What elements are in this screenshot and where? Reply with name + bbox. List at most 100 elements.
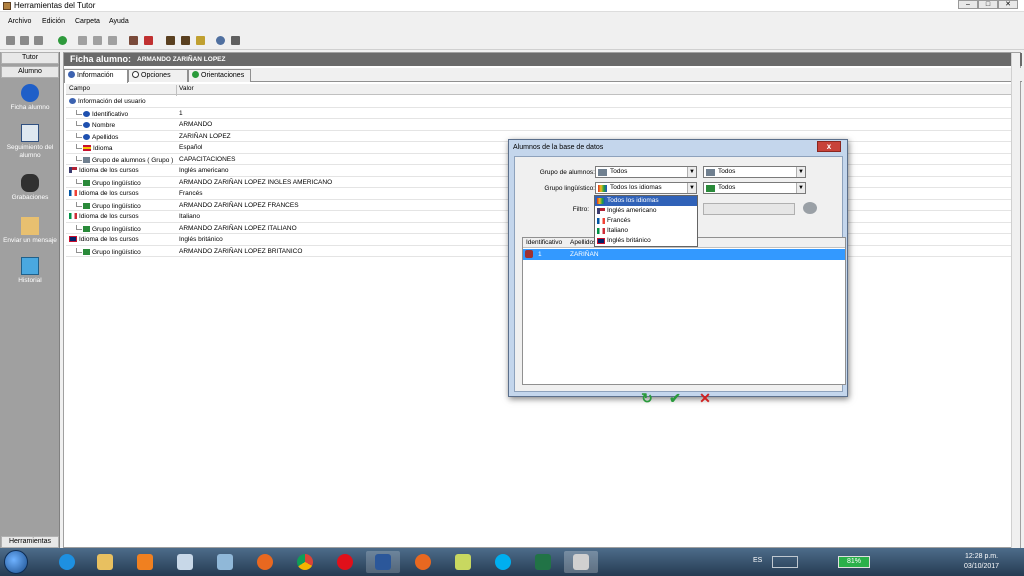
- table-row[interactable]: Información del usuario: [66, 96, 1020, 108]
- remove-user-icon[interactable]: [144, 36, 153, 45]
- taskbar-firefox[interactable]: [248, 551, 282, 573]
- taskbar-word[interactable]: [366, 551, 400, 573]
- start-button[interactable]: [4, 550, 28, 574]
- dropdown-option-ingles-americano[interactable]: Inglés americano: [595, 206, 697, 216]
- chevron-down-icon[interactable]: ▼: [687, 167, 696, 177]
- tree-line: [76, 201, 82, 207]
- dropdown-option-ingles-britanico[interactable]: Inglés británico: [595, 236, 697, 246]
- cell-campo: Grupo lingüístico: [92, 225, 141, 233]
- chevron-down-icon[interactable]: ▼: [796, 183, 805, 193]
- table-row[interactable]: 1 ZARIÑAN: [523, 249, 845, 260]
- menu-archivo[interactable]: Archivo: [8, 18, 31, 25]
- refresh-button[interactable]: ↻: [639, 390, 655, 406]
- vertical-scrollbar[interactable]: [1011, 53, 1020, 549]
- cell-valor: Inglés americano: [179, 167, 229, 174]
- grupo-alumnos-label: Grupo de alumnos:: [539, 169, 595, 176]
- print-icon[interactable]: [20, 36, 29, 45]
- table-row[interactable]: Identificativo 1: [66, 108, 1020, 119]
- tab-orientaciones[interactable]: Orientaciones: [188, 69, 251, 82]
- tree-line: [76, 247, 82, 253]
- italy-flag-icon: [597, 228, 605, 234]
- nav-header-tutor[interactable]: Tutor: [1, 52, 59, 64]
- cell-valor: ZARIÑAN LOPEZ: [179, 132, 231, 140]
- taskbar-explorer[interactable]: [88, 551, 122, 573]
- column-valor[interactable]: Valor: [179, 85, 194, 92]
- tab-informacion[interactable]: Información: [64, 69, 128, 83]
- column-apellidos[interactable]: Apellidos: [570, 239, 596, 246]
- taskbar-excel[interactable]: [526, 551, 560, 573]
- book2-icon[interactable]: [181, 36, 190, 45]
- tree-line: [76, 155, 82, 161]
- dialog-close-button[interactable]: x: [817, 141, 841, 152]
- accept-button[interactable]: ✔: [667, 390, 683, 406]
- nav-item-enviar-mensaje[interactable]: Enviar un mensaje: [0, 217, 60, 245]
- table-row[interactable]: Nombre ARMANDO: [66, 119, 1020, 131]
- network-bars-icon[interactable]: [772, 556, 798, 568]
- firefox-icon: [257, 554, 273, 570]
- notepad-icon: [177, 554, 193, 570]
- grupo-linguistico-dropdown: Todos los idiomas Inglés americano Franc…: [594, 195, 698, 247]
- language-indicator[interactable]: ES: [753, 557, 762, 564]
- back-icon[interactable]: [6, 36, 15, 45]
- filtro-input[interactable]: [703, 203, 795, 215]
- close-button[interactable]: ✕: [998, 0, 1018, 9]
- cell-campo: Identificativo: [92, 110, 129, 118]
- book-icon[interactable]: [166, 36, 175, 45]
- grupo-linguistico-select[interactable]: Todos los idiomas ▼: [595, 182, 697, 194]
- cell-campo: Grupo lingüístico: [92, 179, 141, 187]
- taskbar-firefox-2[interactable]: [406, 551, 440, 573]
- grupo-linguistico-select-2[interactable]: Todos ▼: [703, 182, 806, 194]
- minimize-button[interactable]: –: [958, 0, 978, 9]
- cell-valor: Español: [179, 144, 203, 151]
- nav-item-seguimiento[interactable]: Seguimiento del alumno: [0, 124, 60, 160]
- cell-campo: Idioma de los cursos: [79, 167, 139, 174]
- refresh-icon[interactable]: [58, 36, 67, 45]
- menu-carpeta[interactable]: Carpeta: [75, 18, 100, 25]
- nav-item-ficha-alumno[interactable]: Ficha alumno: [0, 84, 60, 112]
- column-identificativo[interactable]: Identificativo: [526, 239, 562, 246]
- taskbar-media[interactable]: [128, 551, 162, 573]
- taskbar-tutor[interactable]: [564, 551, 598, 573]
- taskbar-folder[interactable]: [446, 551, 480, 573]
- taskbar-chrome[interactable]: [288, 551, 322, 573]
- chevron-down-icon[interactable]: ▼: [687, 183, 696, 193]
- cancel-button[interactable]: ✕: [697, 390, 713, 406]
- dropdown-option-italiano[interactable]: Italiano: [595, 226, 697, 236]
- clock-time[interactable]: 12:28 p.m.: [965, 553, 998, 560]
- dropdown-option-frances[interactable]: Francés: [595, 216, 697, 226]
- grupo-alumnos-select-2[interactable]: Todos ▼: [703, 166, 806, 178]
- save-icon[interactable]: [34, 36, 43, 45]
- list-icon: [21, 124, 39, 142]
- taskbar-opera[interactable]: [328, 551, 362, 573]
- chevron-down-icon[interactable]: ▼: [796, 167, 805, 177]
- taskbar-notepad[interactable]: [168, 551, 202, 573]
- nav-item-grabaciones[interactable]: Grabaciones: [0, 174, 60, 202]
- student-icon: [525, 250, 533, 258]
- grupo-alumnos-select[interactable]: Todos ▼: [595, 166, 697, 178]
- cell-apellidos: ZARIÑAN: [570, 251, 599, 258]
- tab-opciones[interactable]: Opciones: [128, 69, 188, 82]
- maximize-button[interactable]: □: [978, 0, 998, 9]
- cut-icon[interactable]: [78, 36, 87, 45]
- column-campo[interactable]: Campo: [69, 85, 90, 92]
- nav-item-historial[interactable]: Historial: [0, 257, 60, 285]
- help-icon[interactable]: [216, 36, 225, 45]
- taskbar-skype[interactable]: [486, 551, 520, 573]
- users-icon[interactable]: [129, 36, 138, 45]
- paste-icon[interactable]: [108, 36, 117, 45]
- nav-footer-herramientas[interactable]: Herramientas: [1, 536, 59, 548]
- nav-item-label: Historial: [18, 277, 42, 284]
- taskbar-app[interactable]: [208, 551, 242, 573]
- taskbar-ie[interactable]: [50, 551, 84, 573]
- copy-icon[interactable]: [93, 36, 102, 45]
- clock-date[interactable]: 03/10/2017: [964, 563, 999, 570]
- menu-edicion[interactable]: Edición: [42, 18, 65, 25]
- dropdown-option-todos[interactable]: Todos los idiomas: [595, 196, 697, 206]
- battery-indicator[interactable]: 81%: [838, 556, 870, 568]
- search-users-icon[interactable]: [803, 202, 817, 214]
- folder-icon[interactable]: [196, 36, 205, 45]
- italy-flag-icon: [69, 213, 77, 219]
- tools-icon[interactable]: [231, 36, 240, 45]
- nav-header-alumno[interactable]: Alumno: [1, 66, 59, 78]
- menu-ayuda[interactable]: Ayuda: [109, 18, 129, 25]
